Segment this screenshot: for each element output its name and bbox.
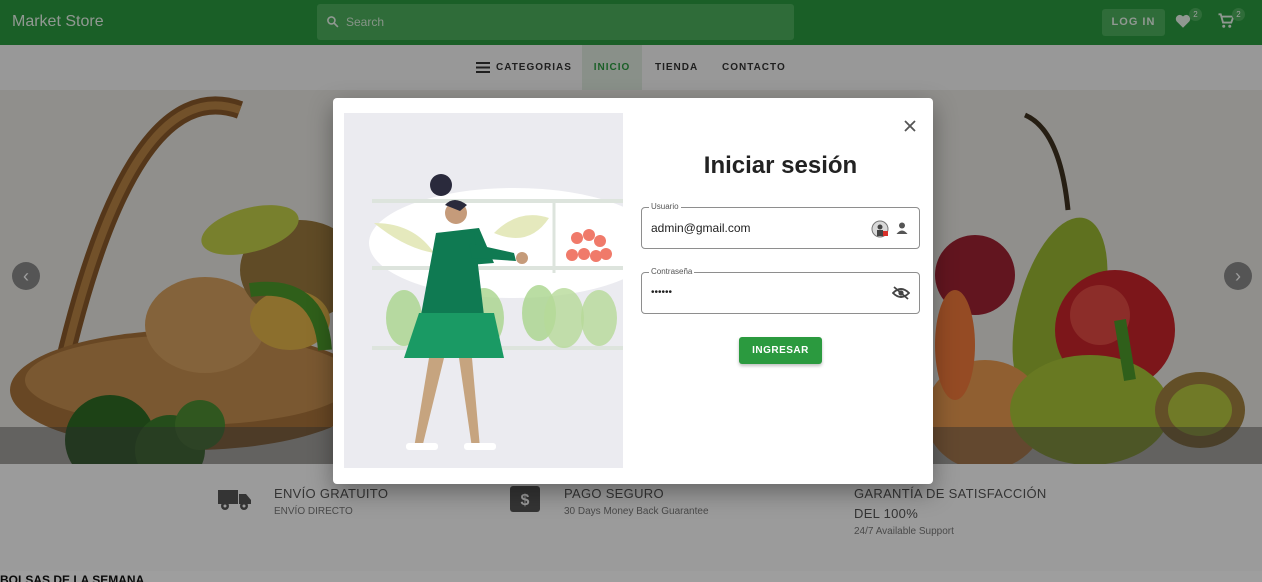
username-input[interactable]: admin@gmail.com [651,221,751,235]
password-label: Contraseña [649,267,695,276]
visibility-off-icon[interactable] [892,286,910,300]
password-manager-icon[interactable] [871,220,889,238]
close-icon[interactable] [902,118,918,134]
username-label: Usuario [649,202,681,211]
dialog-title: Iniciar sesión [703,152,858,179]
person-icon [896,222,908,234]
woman-shopping-illustration [369,174,623,450]
shopping-illustration [344,113,623,468]
login-submit-button[interactable]: INGRESAR [739,337,822,364]
username-field[interactable]: Usuario admin@gmail.com [641,202,920,249]
login-dialog: Iniciar sesión Usuario admin@gmail.com C… [333,98,933,484]
password-input[interactable]: •••••• [651,287,672,298]
password-field[interactable]: Contraseña •••••• [641,267,920,314]
